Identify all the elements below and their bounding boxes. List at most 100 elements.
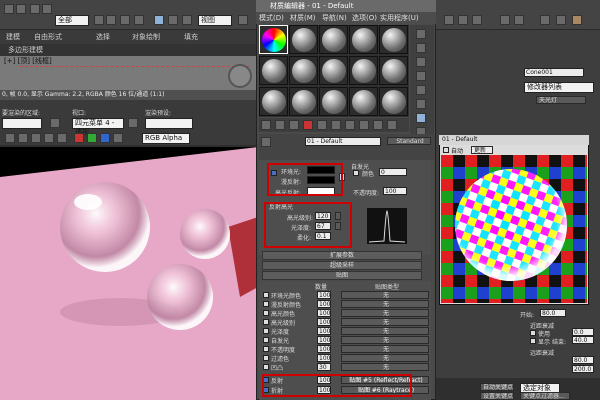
sample-slot[interactable]: [319, 25, 348, 54]
sample-slot[interactable]: [319, 87, 348, 116]
sample-slot[interactable]: [379, 25, 408, 54]
self-illum-value[interactable]: 0: [379, 168, 407, 176]
map-enable-checkbox[interactable]: [263, 310, 269, 316]
map-enable-checkbox[interactable]: [263, 301, 269, 307]
rect-select-icon[interactable]: [120, 15, 130, 25]
viewcube-icon[interactable]: [228, 64, 252, 88]
map-enable-checkbox[interactable]: [263, 337, 269, 343]
show-map-icon[interactable]: [359, 120, 369, 130]
map-amount-value[interactable]: 100: [317, 309, 331, 317]
get-material-icon[interactable]: [261, 120, 271, 130]
map-slot-button[interactable]: 无: [341, 318, 429, 326]
put-to-scene-icon[interactable]: [275, 120, 285, 130]
auto-key-button[interactable]: 自动关键点: [480, 383, 514, 391]
alpha-channel-icon[interactable]: [113, 133, 123, 143]
self-illum-color-checkbox[interactable]: [353, 170, 359, 176]
background-icon[interactable]: [416, 57, 426, 67]
options-icon[interactable]: [416, 113, 426, 123]
viewport-combo[interactable]: 四元菜单 4 - 透视: [72, 118, 124, 136]
map-amount-value[interactable]: 100: [317, 291, 331, 299]
sample-slot[interactable]: [259, 25, 288, 54]
map-slot-button[interactable]: 无: [341, 327, 429, 335]
sample-slot[interactable]: [379, 56, 408, 85]
modifier-list-combo[interactable]: 修改器列表: [524, 82, 594, 93]
backlight-icon[interactable]: [416, 43, 426, 53]
update-button[interactable]: 更新: [471, 146, 493, 154]
clear-icon[interactable]: [57, 133, 67, 143]
viewport-label[interactable]: [+] [顶] [线框]: [4, 56, 52, 66]
map-amount-value[interactable]: 30: [317, 363, 331, 371]
sample-slot[interactable]: [319, 56, 348, 85]
sample-slot[interactable]: [379, 87, 408, 116]
go-to-parent-icon[interactable]: [387, 120, 397, 130]
map-amount-value[interactable]: 100: [317, 327, 331, 335]
near-use-checkbox[interactable]: [530, 330, 536, 336]
tab-freeform[interactable]: 自由形式: [34, 32, 62, 42]
menu-navigation[interactable]: 导航(N): [322, 13, 347, 23]
assign-material-icon[interactable]: [289, 120, 299, 130]
sample-slot[interactable]: [289, 25, 318, 54]
menu-modes[interactable]: 模式(D): [259, 13, 284, 23]
rotate-icon[interactable]: [168, 15, 178, 25]
blue-channel-icon[interactable]: [100, 133, 110, 143]
object-name-field[interactable]: Cone001: [524, 68, 584, 77]
lock-icon[interactable]: [128, 118, 138, 128]
map-enable-checkbox[interactable]: [263, 364, 269, 370]
map-slot-button[interactable]: 无: [341, 354, 429, 362]
scale-icon[interactable]: [182, 15, 192, 25]
map-slot-button[interactable]: 无: [341, 363, 429, 371]
material-id-icon[interactable]: [345, 120, 355, 130]
map-slot-button[interactable]: 无: [341, 345, 429, 353]
uv-tiling-icon[interactable]: [416, 71, 426, 81]
unlink-icon[interactable]: [42, 4, 52, 14]
red-channel-icon[interactable]: [74, 133, 84, 143]
near-start-value[interactable]: 0.0: [572, 328, 594, 336]
reference-coord-combo[interactable]: 视图: [198, 15, 232, 26]
tab-selection[interactable]: 选择: [96, 32, 110, 42]
map-amount-value[interactable]: 100: [317, 354, 331, 362]
auto-update-checkbox[interactable]: [443, 147, 449, 153]
mirror-icon[interactable]: [500, 15, 510, 25]
render-preset-combo[interactable]: [145, 118, 193, 129]
show-end-result-icon[interactable]: [373, 120, 383, 130]
copy-image-icon[interactable]: [18, 133, 28, 143]
snap-icon[interactable]: [444, 15, 454, 25]
map-enable-checkbox[interactable]: [263, 346, 269, 352]
render-setup-icon[interactable]: [540, 15, 550, 25]
sample-slot[interactable]: [259, 56, 288, 85]
opacity-value[interactable]: 100: [383, 187, 407, 195]
sample-slot[interactable]: [289, 56, 318, 85]
menu-material[interactable]: 材质(M): [290, 13, 316, 23]
far-end-value[interactable]: 200.0: [572, 365, 594, 373]
render-frame-icon[interactable]: [556, 15, 566, 25]
select-by-name-icon[interactable]: [106, 15, 116, 25]
set-key-button[interactable]: 设置关键点: [480, 392, 514, 400]
sample-slot[interactable]: [259, 87, 288, 116]
map-slot-button[interactable]: 无: [341, 336, 429, 344]
sample-type-icon[interactable]: [416, 29, 426, 39]
map-enable-checkbox[interactable]: [263, 292, 269, 298]
move-icon[interactable]: [154, 15, 164, 25]
make-unique-icon[interactable]: [317, 120, 327, 130]
map-amount-value[interactable]: 100: [317, 300, 331, 308]
tab-object-paint[interactable]: 对象绘制: [132, 32, 160, 42]
key-filters-button[interactable]: 关键点过滤器...: [520, 392, 570, 400]
tab-populate[interactable]: 填充: [184, 32, 198, 42]
print-icon[interactable]: [44, 133, 54, 143]
render-area-combo[interactable]: [2, 118, 42, 129]
angle-snap-icon[interactable]: [458, 15, 468, 25]
video-check-icon[interactable]: [416, 85, 426, 95]
pivot-icon[interactable]: [238, 15, 248, 25]
sample-slot[interactable]: [349, 56, 378, 85]
pick-material-icon[interactable]: [261, 137, 271, 147]
rollout-extended-parameters[interactable]: 扩展参数: [262, 251, 422, 260]
material-name-field[interactable]: 01 - Default: [305, 137, 381, 146]
align-icon[interactable]: [514, 15, 524, 25]
save-image-icon[interactable]: [5, 133, 15, 143]
rollout-maps[interactable]: 贴图: [262, 271, 422, 280]
far-start-value[interactable]: 80.0: [572, 356, 594, 364]
modifier-stack-item[interactable]: 天光灯: [536, 96, 586, 104]
material-type-button[interactable]: Standard: [387, 137, 431, 145]
display-channel-combo[interactable]: RGB Alpha: [142, 133, 190, 144]
start-value[interactable]: 80.0: [540, 309, 566, 317]
